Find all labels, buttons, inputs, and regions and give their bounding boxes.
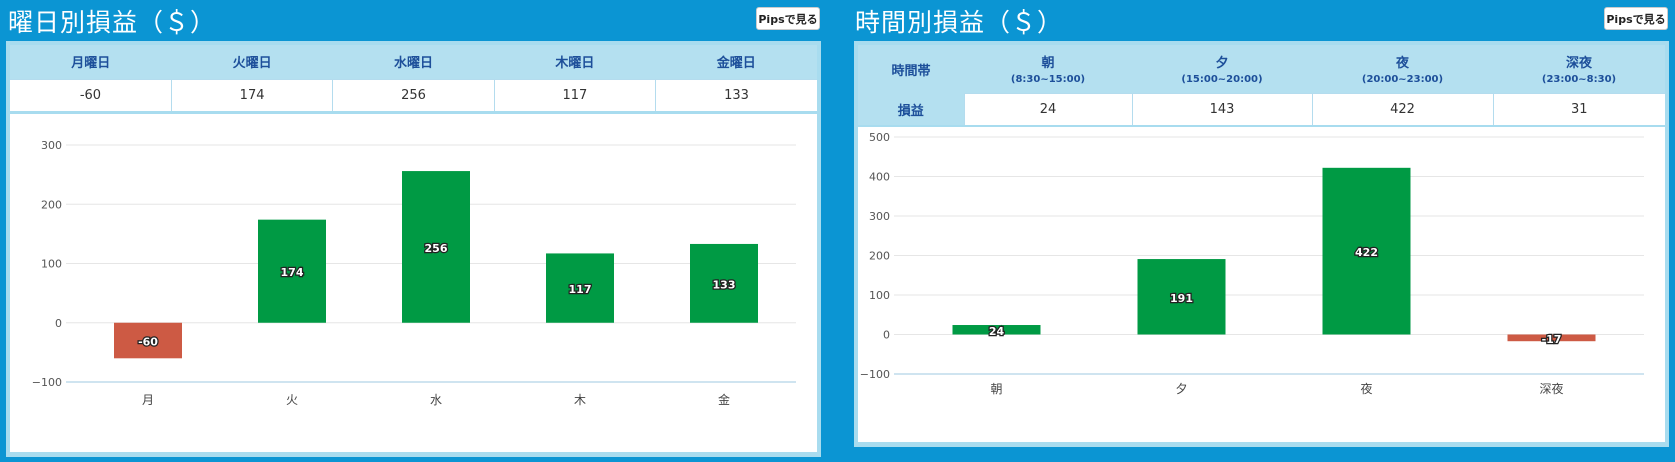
left-pips-button[interactable]: Pipsで見る: [756, 7, 820, 30]
right-pips-button[interactable]: Pipsで見る: [1604, 7, 1668, 30]
header-evening: 夕 (15:00~20:00): [1132, 45, 1312, 93]
header-late-night: 深夜 (23:00~8:30): [1493, 45, 1665, 93]
header-late-night-range: (23:00~8:30): [1541, 74, 1617, 86]
header-thursday: 木曜日: [494, 45, 656, 79]
value-evening: 143: [1131, 92, 1312, 125]
bar-data-label: 191: [1170, 292, 1193, 305]
value-night: 422: [1311, 92, 1493, 125]
header-friday: 金曜日: [655, 45, 817, 79]
value-wednesday: 256: [332, 78, 495, 111]
left-summary-table: 月曜日 火曜日 水曜日 木曜日 金曜日 -60 174 256 117 133: [10, 45, 817, 111]
header-tuesday: 火曜日: [171, 45, 333, 79]
x-category-label: 深夜: [1539, 381, 1563, 396]
y-tick-label: 0: [55, 317, 62, 330]
right-summary-table: 時間帯 朝 (8:30~15:00) 夕 (15:00~20:00) 夜 (20:00…: [858, 45, 1665, 125]
y-tick-label: 400: [869, 171, 890, 184]
x-category-label: 火: [286, 393, 298, 407]
y-tick-label: 300: [869, 210, 890, 223]
bar-data-label: 174: [281, 266, 304, 279]
right-chart-title: 時間別損益（＄）: [855, 8, 1064, 37]
header-night: 夜 (20:00~23:00): [1312, 45, 1493, 93]
left-chart-title: 曜日別損益（＄）: [8, 8, 217, 37]
header-monday: 月曜日: [10, 45, 172, 79]
value-thursday: 117: [493, 78, 656, 111]
header-wednesday: 水曜日: [332, 45, 495, 79]
y-tick-label: 200: [41, 198, 62, 211]
x-category-label: 月: [142, 393, 154, 407]
header-night-label: 夜: [1395, 56, 1409, 72]
y-tick-label: 100: [869, 289, 890, 302]
value-friday: 133: [655, 78, 817, 111]
right-chart-area: 500 400 300 200 100 0 −100 24 朝 191 夕 422 夜 -17 深夜: [858, 127, 1665, 442]
header-late-night-label: 深夜: [1565, 56, 1592, 72]
bar-data-label: -17: [1542, 333, 1562, 346]
value-monday: -60: [10, 78, 172, 111]
header-evening-label: 夕: [1215, 56, 1229, 72]
bar-data-label: 256: [425, 242, 448, 255]
left-chart-area: 300 200 100 0 −100 -60 月 174 火 256 水 117 木 133 金: [10, 114, 817, 452]
header-evening-range: (15:00~20:00): [1181, 74, 1263, 86]
bar-data-label: 133: [713, 278, 736, 291]
y-tick-label: 0: [883, 329, 890, 342]
header-night-range: (20:00~23:00): [1361, 74, 1444, 86]
x-category-label: 朝: [990, 382, 1002, 396]
x-category-label: 水: [430, 393, 442, 407]
bar-data-label: 24: [989, 325, 1005, 338]
timeslot-bar-chart: 500 400 300 200 100 0 −100 24 朝 191 夕 422 夜 -17 深夜: [860, 131, 1644, 396]
x-category-label: 金: [718, 392, 730, 407]
bar-data-label: -60: [138, 336, 158, 349]
x-category-label: 夕: [1175, 382, 1187, 396]
header-morning-label: 朝: [1041, 56, 1055, 72]
value-late-night: 31: [1492, 92, 1665, 125]
y-tick-label: −100: [32, 376, 62, 389]
y-tick-label: 300: [41, 139, 62, 152]
header-morning: 朝 (8:30~15:00): [964, 45, 1132, 93]
y-tick-label: 500: [869, 131, 890, 144]
y-tick-label: 200: [869, 250, 890, 263]
bar-data-label: 117: [569, 283, 592, 296]
y-tick-label: −100: [860, 368, 890, 381]
value-morning: 24: [963, 92, 1132, 125]
x-category-label: 夜: [1360, 381, 1372, 396]
row-header-timeslot: 時間帯: [858, 45, 964, 93]
bar-data-label: 422: [1355, 246, 1378, 259]
weekday-bar-chart: 300 200 100 0 −100 -60 月 174 火 256 水 117 木 133 金: [32, 139, 796, 407]
x-category-label: 木: [574, 393, 586, 407]
value-tuesday: 174: [170, 78, 333, 111]
y-tick-label: 100: [41, 258, 62, 271]
header-morning-range: (8:30~15:00): [1010, 74, 1086, 86]
row-header-profit: 損益: [858, 93, 964, 125]
